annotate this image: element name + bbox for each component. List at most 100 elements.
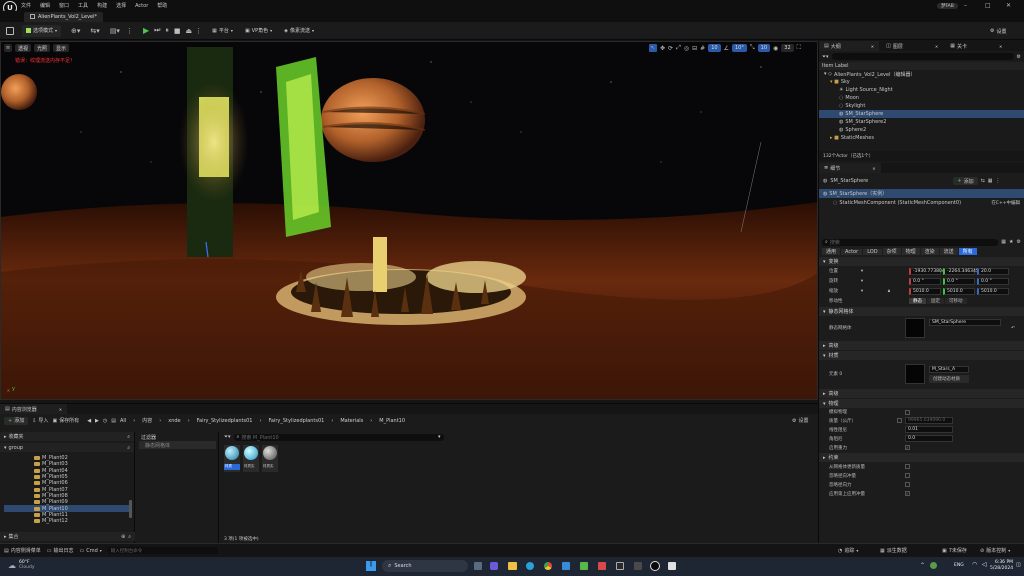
angular-damping-field[interactable]: 0.0 (905, 435, 953, 442)
output-log-button[interactable]: ▭ 输出日志 (47, 547, 74, 555)
search-icon[interactable]: ⌕ (127, 445, 130, 451)
folder-item[interactable]: M_Plant12 (34, 518, 134, 524)
folder-icon[interactable]: ▤ (111, 418, 116, 424)
world-icon[interactable]: ◎ (684, 45, 689, 52)
scale-z[interactable]: 5010.0 (977, 287, 1009, 295)
pixel-streaming-button[interactable]: ◈ 像素流送 ▾ (280, 25, 318, 37)
scale-x[interactable]: 5010.0 (909, 287, 941, 295)
c4-checkbox[interactable]: ✓ (905, 491, 910, 496)
rotate-tool-icon[interactable]: ⟳ (668, 45, 673, 52)
camera-speed-icon[interactable]: ◉ (773, 45, 778, 52)
mobility-movable[interactable]: 可移动 (945, 298, 967, 304)
c1-checkbox[interactable] (905, 464, 910, 469)
outliner-search-input[interactable] (831, 53, 1014, 60)
add-component-button[interactable]: + 添加 (953, 177, 978, 185)
section-constraints[interactable]: ▸ 约束 (819, 453, 1024, 462)
add-icon[interactable]: ⊕ (121, 534, 125, 540)
content-drawer-button[interactable]: ▤ 内容侧滑菜单 (4, 547, 41, 555)
mass-checkbox[interactable] (897, 418, 902, 423)
scale-size-button[interactable]: 10 (757, 44, 771, 52)
volume-icon[interactable]: ◁ (982, 561, 987, 568)
tree-item-starsphere[interactable]: ◍ SM_StarSphere (819, 110, 1024, 118)
tab-content-browser[interactable]: ▤ 内容浏览器 ✕ (0, 404, 68, 414)
cb-import-button[interactable]: ⇩ 导入 (32, 417, 48, 425)
source-control-button[interactable]: ⊘ 版本控制 ▾ (980, 547, 1010, 555)
more-play-icon[interactable]: ⋮ (195, 27, 202, 35)
user-badge[interactable]: 梦FAB (937, 3, 958, 9)
menu-actor[interactable]: Actor (135, 3, 148, 9)
outliner-column-header[interactable]: Item Label (819, 62, 1024, 70)
cb-settings-button[interactable]: ⚙ 设置 (792, 417, 809, 425)
section-transform[interactable]: ▾ 变换 (819, 257, 1024, 266)
filter-misc[interactable]: 杂项 (882, 248, 901, 255)
rotation-z[interactable]: 0.0 ° (977, 277, 1009, 285)
app3-icon[interactable] (634, 562, 642, 570)
menu-file[interactable]: 文件 (21, 2, 31, 9)
derived-data-button[interactable]: ▦ 派生数据 (880, 547, 907, 555)
play-step-icon[interactable]: ⏭ (154, 26, 160, 35)
filter-actor[interactable]: Actor (841, 248, 863, 255)
tree-item-folder-staticmeshes[interactable]: ▸ ■ StaticMeshes (819, 134, 1024, 142)
back-icon[interactable]: ◀ (87, 418, 91, 424)
app2-icon[interactable] (598, 562, 606, 570)
epic-icon[interactable] (616, 562, 624, 570)
grid-snap-icon[interactable]: # (700, 45, 705, 52)
app4-icon[interactable] (668, 562, 676, 570)
close-icon[interactable]: ✕ (59, 407, 62, 412)
scale-snap-icon[interactable]: ⤡ (750, 44, 755, 52)
select-tool-icon[interactable]: ↖ (649, 44, 657, 52)
task-view-icon[interactable] (474, 562, 482, 570)
close-icon[interactable]: ✕ (872, 166, 875, 171)
details-search-input[interactable]: ⌕ 搜索 (822, 238, 999, 246)
menu-edit[interactable]: 编辑 (40, 2, 50, 9)
menu-select[interactable]: 选择 (116, 2, 126, 9)
menu-build[interactable]: 构建 (97, 2, 107, 9)
reset-icon[interactable]: ↶ (1011, 326, 1015, 331)
location-y[interactable]: -2264.346345 (943, 267, 979, 275)
location-z[interactable]: 20.0 (977, 267, 1009, 275)
add-actor-icon[interactable]: ⊕▾ (71, 27, 80, 35)
file-explorer-icon[interactable] (508, 562, 517, 570)
breadcrumb-xnde[interactable]: xnde (168, 418, 180, 424)
material-thumbnail[interactable] (905, 364, 925, 384)
clock[interactable]: 6:36 PM 5/28/2024 (990, 560, 1013, 571)
blueprint-icon[interactable]: ⇆▾ (90, 27, 99, 35)
filter-static-mesh[interactable]: 静态网格体 (139, 441, 216, 449)
filter-rendering[interactable]: 渲染 (920, 248, 939, 255)
breadcrumb-content[interactable]: 内容 (142, 417, 152, 424)
filter-all[interactable]: 所有 (958, 248, 977, 255)
mode-selector[interactable]: 选项模式 ▾ (22, 24, 62, 37)
favorites-header[interactable]: ▸ 收藏夹 ⌕ (0, 432, 134, 441)
taskbar-search[interactable]: ⌕ Search (382, 560, 468, 572)
grid-icon[interactable]: ▦ (988, 178, 993, 184)
material-picker[interactable]: M_Stars_A (929, 365, 969, 373)
more-icon[interactable]: ⋮ (996, 178, 1001, 184)
camera-speed-button[interactable]: 32 (781, 44, 794, 52)
maximize-viewport-icon[interactable]: ⛶ (797, 44, 801, 52)
windows-start-icon[interactable] (366, 561, 376, 571)
tray-chevron-icon[interactable]: ⌃ (920, 562, 925, 569)
chevron-down-icon[interactable]: ▾ (855, 289, 869, 294)
unsaved-button[interactable]: ▣ 7未保存 (942, 547, 967, 555)
eject-icon[interactable]: ⏏ (186, 27, 193, 35)
cb-save-all-button[interactable]: ▣ 保存所有 (52, 417, 79, 425)
collections-header[interactable]: ▸ 集合 ⊕ ⌕ (0, 532, 135, 541)
component-row[interactable]: ◌ StaticMeshComponent (StaticMeshCompone… (819, 198, 1024, 207)
breadcrumb-all[interactable]: All (120, 418, 126, 424)
tab-details[interactable]: ≣ 细节 ✕ (819, 163, 881, 173)
settings-button[interactable]: ⚙ 设置 (986, 25, 1011, 37)
blueprint-icon[interactable]: ⇆ (981, 178, 985, 184)
angle-size-button[interactable]: 10° (731, 44, 747, 52)
cmd-selector[interactable]: ▭ Cmd ▾ (80, 548, 102, 554)
cb-add-button[interactable]: + 添加 (4, 416, 29, 425)
asset-tile[interactable]: 材质实 (243, 445, 259, 472)
scale-y[interactable]: 5010.0 (943, 287, 975, 295)
perspective-button[interactable]: 透视 (15, 44, 32, 52)
minimize-icon[interactable]: – (964, 2, 967, 9)
pause-icon[interactable]: ⏸ (165, 26, 169, 35)
viewport-menu-icon[interactable]: ≡ (4, 44, 12, 52)
filter-general[interactable]: 通用 (822, 248, 841, 255)
history-icon[interactable]: ◷ (103, 418, 107, 424)
close-icon[interactable]: ✕ (999, 44, 1002, 49)
filter-physics[interactable]: 物理 (901, 248, 920, 255)
